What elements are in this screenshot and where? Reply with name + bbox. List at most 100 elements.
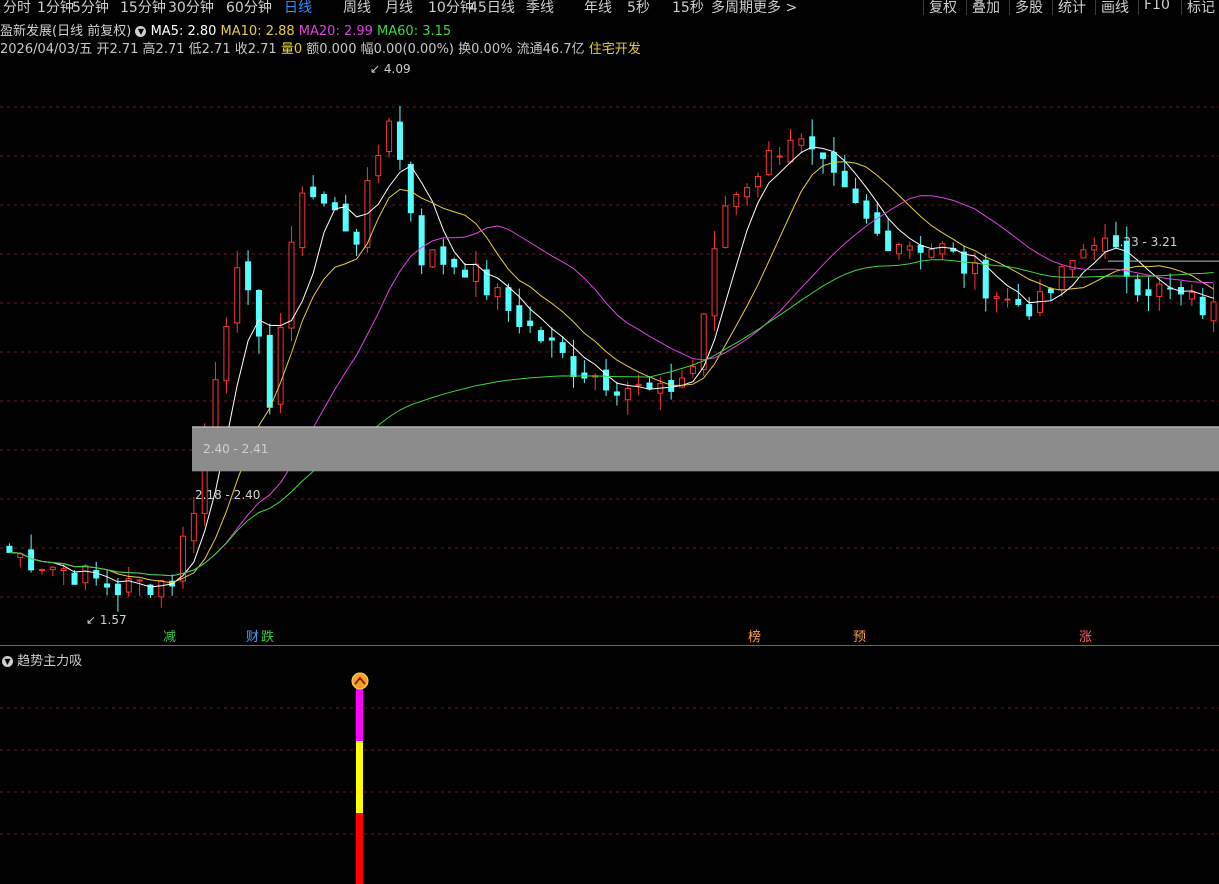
candle-body <box>613 391 620 396</box>
annotation-high: ↙ 4.09 <box>370 62 411 76</box>
stock-title[interactable]: 盈新发展(日线 前复权) <box>0 24 131 39</box>
candle-body <box>396 121 403 160</box>
tab-period-15[interactable]: 多周期 <box>711 0 753 16</box>
tab-period-16[interactable]: 更多 > <box>753 0 797 16</box>
ma60-line <box>9 259 1214 577</box>
candle-body <box>885 230 892 252</box>
tab-period-1[interactable]: 1分钟 <box>37 0 74 16</box>
candle-body <box>537 330 544 342</box>
candle-body <box>255 289 262 337</box>
candle-body <box>462 269 469 278</box>
candle-body <box>82 565 89 584</box>
candle-body <box>841 170 848 188</box>
tab-period-14[interactable]: 15秒 <box>672 0 704 16</box>
candle-body <box>1145 289 1152 296</box>
candle-body <box>776 155 783 158</box>
candle-body <box>60 568 67 572</box>
candle-body <box>440 246 447 265</box>
candle-body <box>407 163 414 214</box>
tool-button-2[interactable]: 多股 <box>1009 0 1048 16</box>
info-change: 幅0.00(0.00%) <box>360 42 454 57</box>
candle-body <box>49 566 56 571</box>
candle-body <box>1199 296 1206 316</box>
candle-body <box>71 572 78 585</box>
tool-button-6[interactable]: 标记 <box>1181 0 1219 16</box>
candle-body <box>321 194 328 204</box>
candle-body <box>104 583 111 588</box>
info-close: 收2.71 <box>234 42 277 57</box>
candle-body <box>624 387 631 401</box>
tab-period-11[interactable]: 季线 <box>526 0 554 16</box>
candle-body <box>266 334 273 408</box>
candle-body <box>939 243 946 255</box>
candle-body <box>288 241 295 329</box>
candle-body <box>906 245 913 251</box>
candle-body <box>798 138 805 146</box>
period-toolbar: 分时 1分钟 5分钟 15分钟 30分钟 60分钟 日线 周线 月线 10分钟 45日线 季线 年线 5秒… <box>0 0 1219 16</box>
chevron-down-icon[interactable]: ▼ <box>135 26 147 37</box>
tab-period-8[interactable]: 月线 <box>385 0 413 16</box>
candle-body <box>505 287 512 311</box>
candle-body <box>711 248 718 317</box>
event-marker: 涨 <box>1079 630 1092 644</box>
candle-body <box>928 249 935 258</box>
tab-period-13[interactable]: 5秒 <box>627 0 650 16</box>
tab-period-12[interactable]: 年线 <box>584 0 612 16</box>
quote-info: 2026/04/03/五 开2.71 高2.71 低2.71 收2.71 量0 … <box>0 38 641 57</box>
info-date: 2026/04/03/五 <box>0 42 93 57</box>
tab-period-9[interactable]: 10分钟 <box>428 0 474 16</box>
tab-period-3[interactable]: 15分钟 <box>120 0 166 16</box>
candle-body <box>353 231 360 245</box>
candle-body <box>668 380 675 392</box>
tool-button-1[interactable]: 叠加 <box>966 0 1005 16</box>
annotation-zone: 2.40 - 2.41 <box>203 442 268 456</box>
tab-period-10[interactable]: 45日线 <box>469 0 515 16</box>
candle-body <box>418 215 425 266</box>
annotation-zone: 2.18 - 2.40 <box>195 488 260 502</box>
candle-body <box>744 187 751 198</box>
event-marker: 预 <box>853 630 866 644</box>
candle-body <box>375 155 382 177</box>
candle-body <box>1015 299 1022 306</box>
tool-button-4[interactable]: 画线 <box>1095 0 1134 16</box>
tool-button-0[interactable]: 复权 <box>923 0 962 16</box>
event-marker: 跌 <box>261 629 274 644</box>
candle-body <box>6 545 13 553</box>
indicator-chart[interactable] <box>0 666 1219 884</box>
candle-body <box>863 200 870 219</box>
candle-body <box>1188 291 1195 300</box>
ma10-line <box>9 161 1214 584</box>
tab-period-0[interactable]: 分时 <box>3 0 31 16</box>
candle-body <box>646 382 653 390</box>
ma10-label: MA10: 2.88 <box>220 24 295 39</box>
event-marker: 减 <box>163 630 176 644</box>
tab-period-5[interactable]: 60分钟 <box>226 0 272 16</box>
candlestick-chart[interactable]: ↙ 4.09 ↙ 1.57 3.23 - 3.21 2.40 - 2.41 2.18 … <box>0 58 1219 644</box>
info-low: 低2.71 <box>188 42 231 57</box>
tab-period-7[interactable]: 周线 <box>343 0 371 16</box>
candle-body <box>136 579 143 582</box>
candle-body <box>971 261 978 275</box>
candle-body <box>245 261 252 291</box>
candle-body <box>429 249 436 268</box>
tab-period-4[interactable]: 30分钟 <box>168 0 214 16</box>
candle-body <box>787 139 794 163</box>
tab-period-6[interactable]: 日线 <box>284 0 312 16</box>
candle-body <box>190 512 197 542</box>
candle-body <box>114 583 121 596</box>
signal-up-icon <box>351 672 369 690</box>
signal-bar-red <box>356 813 363 884</box>
info-sector[interactable]: 住宅开发 <box>589 42 641 57</box>
candle-body <box>1134 279 1141 296</box>
candle-body <box>820 152 827 159</box>
candle-body <box>852 188 859 204</box>
tool-button-5[interactable]: F10 <box>1138 0 1175 15</box>
candle-body <box>1058 266 1065 291</box>
panel-divider <box>0 645 1219 646</box>
tab-period-2[interactable]: 5分钟 <box>72 0 109 16</box>
candle-body <box>1091 244 1098 251</box>
tool-button-3[interactable]: 统计 <box>1052 0 1091 16</box>
stock-header: 盈新发展(日线 前复权) ▼ MA5: 2.80 MA10: 2.88 MA20… <box>0 20 451 39</box>
info-high: 高2.71 <box>142 42 185 57</box>
info-float: 流通46.7亿 <box>516 42 585 57</box>
